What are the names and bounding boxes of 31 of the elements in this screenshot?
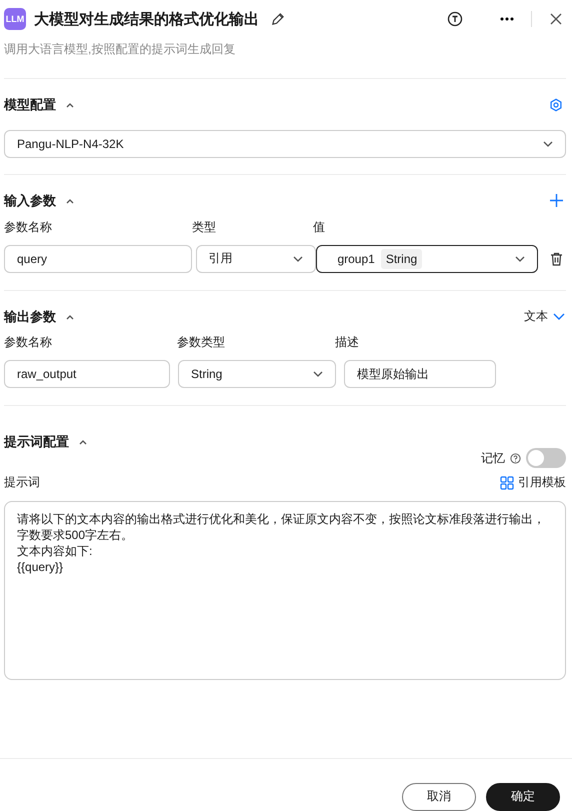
param-name-field[interactable]: raw_output [4,360,170,388]
text-circle-icon[interactable] [445,9,465,29]
value-select[interactable]: group1 String [316,244,538,273]
format-dropdown[interactable]: 文本 [524,308,566,326]
param-name-field[interactable]: query [4,244,192,273]
model-select[interactable]: Pangu-NLP-N4-32K [4,130,566,158]
column-label: 参数名称 [4,334,53,352]
grid-icon [500,476,514,490]
memory-label: 记忆 [481,450,505,467]
llm-logo: LLM [4,8,26,30]
section-title: 模型配置 [4,96,56,114]
prompt-field[interactable]: 请将以下的文本内容的输出格式进行优化和美化，保证原文内容不变，按照论文标准段落进行输出， 字数要求500字左右。 文本内容如下: {{query}} [4,501,566,680]
column-label: 值 [313,218,325,236]
template-link[interactable]: 引用模板 [500,474,566,492]
column-label: 类型 [192,218,217,236]
prompt-label: 提示词 [4,474,40,492]
description-field[interactable]: 模型原始输出 [344,360,496,388]
confirm-button[interactable]: 确定 [486,782,560,811]
column-label: 描述 [335,334,359,352]
help-icon[interactable] [510,452,521,464]
node-description: 调用大语言模型,按照配置的提示词生成回复 [4,41,236,58]
node-title: 大模型对生成结果的格式优化输出 [34,10,259,28]
section-title: 输出参数 [4,308,56,326]
section-title: 提示词配置 [4,433,69,452]
cancel-button[interactable]: 取消 [402,782,476,811]
column-label: 参数类型 [177,334,226,352]
section-title: 输入参数 [4,192,56,210]
memory-toggle[interactable] [526,448,566,468]
column-label: 参数名称 [4,218,53,236]
type-select[interactable]: String [178,360,336,388]
type-select[interactable]: 引用 [196,244,316,273]
